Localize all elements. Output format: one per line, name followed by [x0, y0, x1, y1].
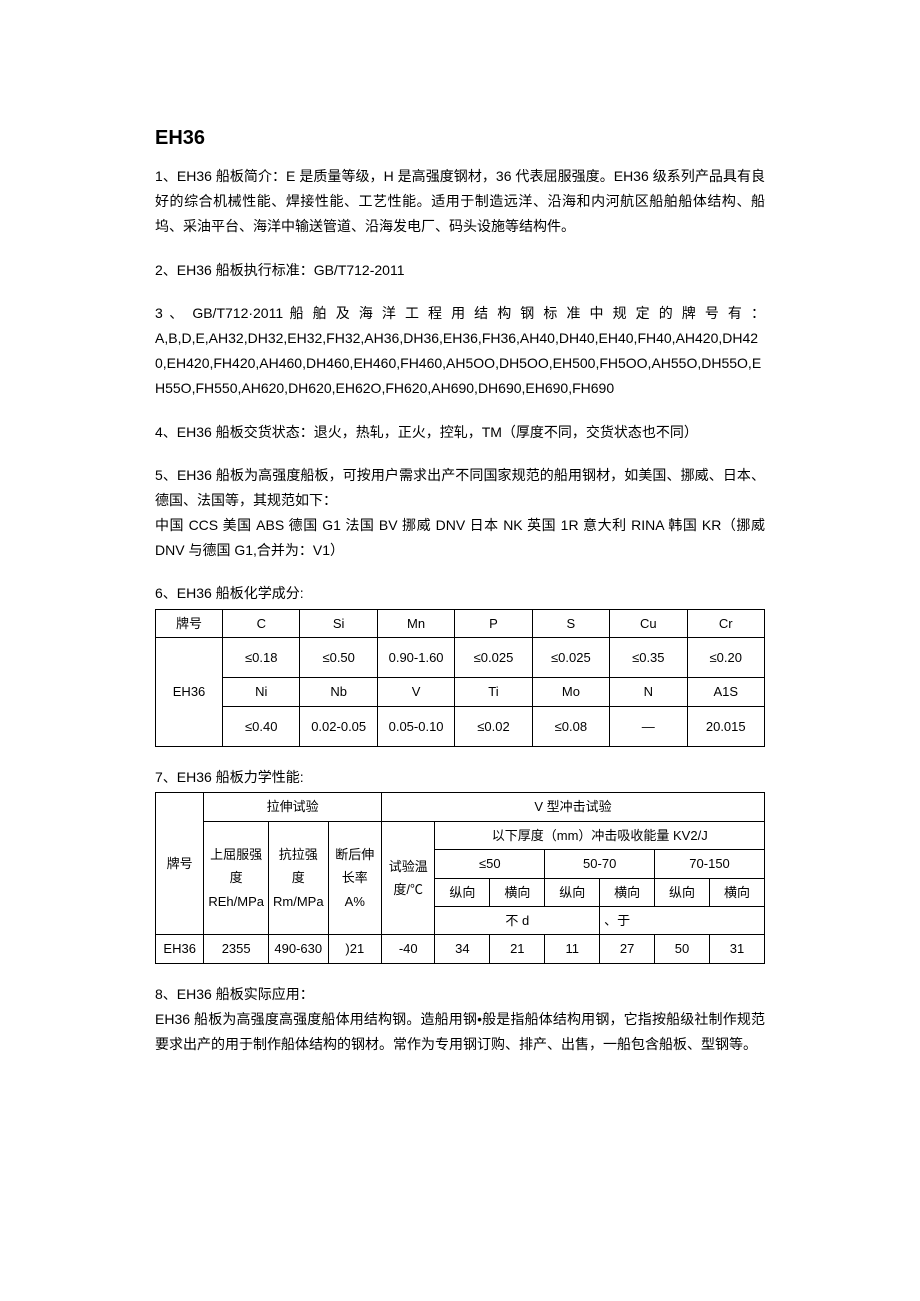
table-row: EH36 2355 490-630 )21 -40 34 21 11 27 50… [156, 935, 765, 963]
paragraph-specs-list: 中国 CCS 美国 ABS 德国 G1 法国 BV 挪威 DNV 日本 NK 英… [155, 513, 765, 563]
section-mech-title: 7、EH36 船板力学性能: [155, 765, 765, 790]
chem-cell: ≤0.025 [455, 638, 532, 678]
mech-header: 横向 [490, 878, 545, 906]
mech-header: 纵向 [655, 878, 710, 906]
paragraph-standard: 2、EH36 船板执行标准：GB/T712-2011 [155, 258, 765, 283]
chem-header: 牌号 [156, 609, 223, 637]
mech-cell: 11 [545, 935, 600, 963]
table-mechanical: 牌号 拉伸试验 V 型冲击试验 上屈服强度REh/MPa 抗拉强度Rm/MPa … [155, 792, 765, 963]
mech-header: 以下厚度（mm）冲击吸收能量 KV2/J [435, 821, 765, 849]
mech-grade: EH36 [156, 935, 204, 963]
mech-header: 纵向 [435, 878, 490, 906]
page-title: EH36 [155, 120, 765, 156]
mech-cell: -40 [382, 935, 435, 963]
chem-cell: ≤0.02 [455, 706, 532, 746]
section-app-title: 8、EH36 船板实际应用： [155, 982, 765, 1007]
section-chem-title: 6、EH36 船板化学成分: [155, 581, 765, 606]
chem-cell: ≤0.025 [532, 638, 609, 678]
chem-cell: — [610, 706, 687, 746]
mech-cell: 490-630 [268, 935, 328, 963]
mech-header: 横向 [600, 878, 655, 906]
paragraph-intro: 1、EH36 船板简介：E 是质量等级，H 是高强度钢材，36 代表屈服强度。E… [155, 164, 765, 240]
mech-cell: 50 [655, 935, 710, 963]
chem-sub: Mo [532, 678, 609, 706]
mech-header: 不 d [435, 906, 600, 934]
chem-header: Si [300, 609, 377, 637]
chem-sub: Ni [223, 678, 300, 706]
chem-sub: V [377, 678, 454, 706]
table-row: 上屈服强度REh/MPa 抗拉强度Rm/MPa 断后伸长率 A% 试验温度/℃ … [156, 821, 765, 849]
table-row: EH36 ≤0.18 ≤0.50 0.90-1.60 ≤0.025 ≤0.025… [156, 638, 765, 678]
chem-header: Cr [687, 609, 765, 637]
mech-cell: 34 [435, 935, 490, 963]
mech-header: 拉伸试验 [204, 793, 382, 821]
mech-cell: 27 [600, 935, 655, 963]
chem-cell: 0.90-1.60 [377, 638, 454, 678]
mech-cell: 2355 [204, 935, 269, 963]
mech-header: 、于 [600, 906, 765, 934]
chem-sub: Nb [300, 678, 377, 706]
mech-cell: 21 [490, 935, 545, 963]
chem-header: P [455, 609, 532, 637]
chem-header: Cu [610, 609, 687, 637]
table-row: Ni Nb V Ti Mo N A1S [156, 678, 765, 706]
table-row: ≤0.40 0.02-0.05 0.05-0.10 ≤0.02 ≤0.08 — … [156, 706, 765, 746]
chem-cell: ≤0.20 [687, 638, 765, 678]
mech-header: 70-150 [655, 850, 765, 878]
chem-cell: ≤0.40 [223, 706, 300, 746]
chem-cell: 0.02-0.05 [300, 706, 377, 746]
chem-cell: ≤0.18 [223, 638, 300, 678]
paragraph-application: EH36 船板为高强度高强度船体用结构钢。造船用钢•般是指船体结构用钢，它指按船… [155, 1007, 765, 1057]
mech-header: 试验温度/℃ [382, 821, 435, 935]
mech-header: 牌号 [156, 793, 204, 935]
table-chemistry: 牌号 C Si Mn P S Cu Cr EH36 ≤0.18 ≤0.50 0.… [155, 609, 765, 748]
mech-header: V 型冲击试验 [382, 793, 765, 821]
mech-cell: )21 [328, 935, 381, 963]
chem-header: S [532, 609, 609, 637]
chem-cell: ≤0.50 [300, 638, 377, 678]
paragraph-specs: 5、EH36 船板为高强度船板，可按用户需求出产不同国家规范的船用钢材，如美国、… [155, 463, 765, 513]
paragraph-grades-list: A,B,D,E,AH32,DH32,EH32,FH32,AH36,DH36,EH… [155, 326, 765, 402]
chem-header: Mn [377, 609, 454, 637]
chem-cell: 20.015 [687, 706, 765, 746]
mech-header: 上屈服强度REh/MPa [204, 821, 269, 935]
chem-cell: ≤0.08 [532, 706, 609, 746]
chem-cell: ≤0.35 [610, 638, 687, 678]
chem-sub: N [610, 678, 687, 706]
chem-cell: 0.05-0.10 [377, 706, 454, 746]
chem-header: C [223, 609, 300, 637]
mech-header: ≤50 [435, 850, 545, 878]
chem-sub: A1S [687, 678, 765, 706]
paragraph-grades-head: 3 、 GB/T712·2011 船 舶 及 海 洋 工 程 用 结 构 钢 标… [155, 301, 765, 326]
table-row: 牌号 C Si Mn P S Cu Cr [156, 609, 765, 637]
mech-header: 横向 [710, 878, 765, 906]
table-row: 牌号 拉伸试验 V 型冲击试验 [156, 793, 765, 821]
paragraph-delivery: 4、EH36 船板交货状态：退火，热轧，正火，控轧，TM（厚度不同，交货状态也不… [155, 420, 765, 445]
mech-header: 抗拉强度Rm/MPa [268, 821, 328, 935]
mech-header: 断后伸长率 A% [328, 821, 381, 935]
chem-grade: EH36 [156, 638, 223, 747]
mech-header: 50-70 [545, 850, 655, 878]
chem-sub: Ti [455, 678, 532, 706]
mech-header: 纵向 [545, 878, 600, 906]
mech-cell: 31 [710, 935, 765, 963]
